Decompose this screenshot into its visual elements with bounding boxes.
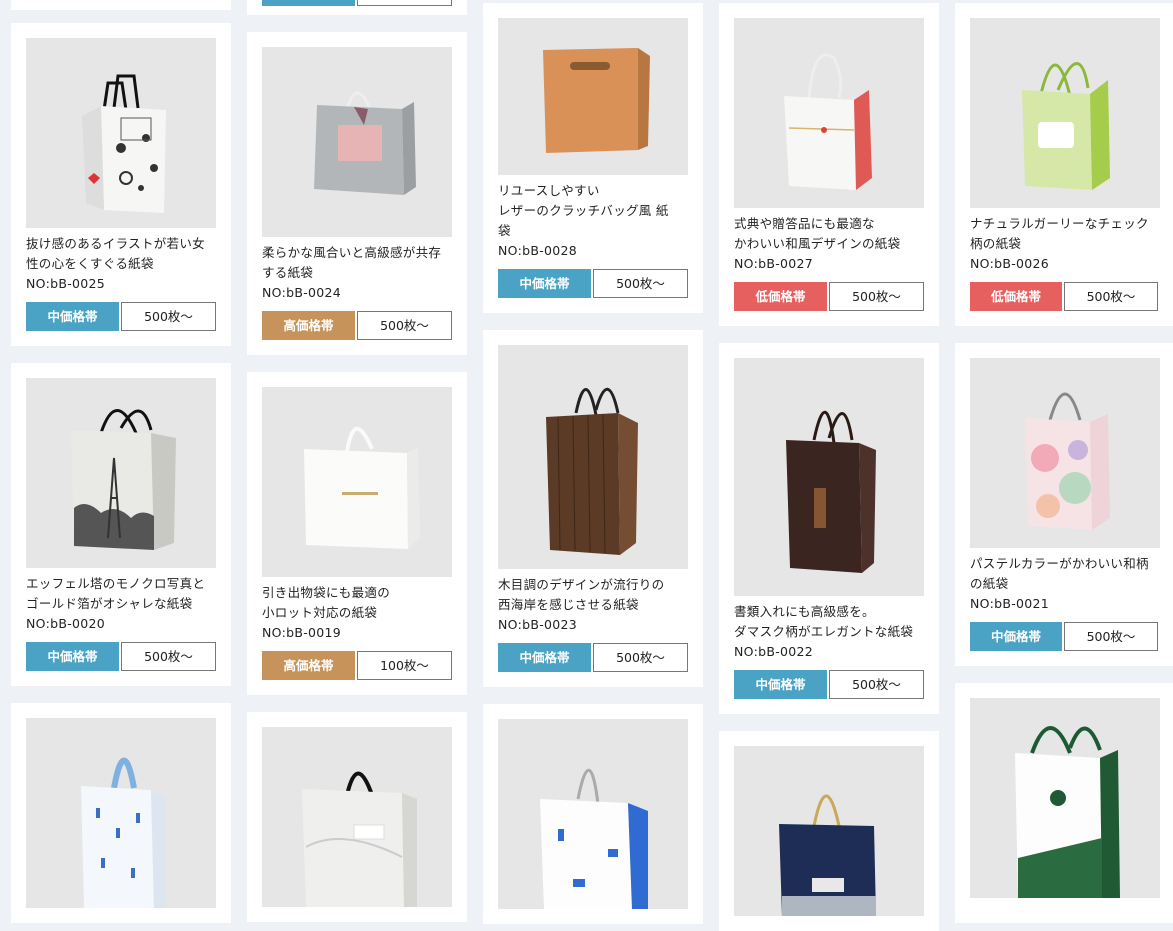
product-card-partial[interactable] <box>11 0 231 10</box>
product-image[interactable] <box>970 18 1160 208</box>
product-card[interactable]: 柔らかな風合いと高級感が共存 する紙袋 NO:bB-0024 高価格帯 500枚〜 <box>247 32 467 355</box>
product-card[interactable]: ナチュラルガーリーなチェック 柄の紙袋 NO:bB-0026 低価格帯 500枚〜 <box>955 3 1173 326</box>
bag-illustration <box>82 74 166 213</box>
price-range-tag[interactable]: 高価格帯 <box>262 311 355 340</box>
product-card[interactable] <box>719 731 939 931</box>
product-image[interactable] <box>26 718 216 908</box>
product-image[interactable] <box>734 18 924 208</box>
product-number: NO:bB-0027 <box>734 256 814 271</box>
bag-illustration <box>543 48 650 153</box>
min-quantity-tag[interactable]: 500枚〜 <box>593 269 688 298</box>
product-image[interactable] <box>26 38 216 228</box>
product-description[interactable]: 柔らかな風合いと高級感が共存 する紙袋 <box>262 243 452 283</box>
product-description[interactable]: 木目調のデザインが流行りの 西海岸を感じさせる紙袋 <box>498 575 688 615</box>
product-card[interactable] <box>955 683 1173 923</box>
product-card[interactable] <box>11 703 231 923</box>
product-description[interactable]: ナチュラルガーリーなチェック 柄の紙袋 <box>970 214 1158 254</box>
product-description[interactable]: 式典や贈答品にも最適な かわいい和風デザインの紙袋 <box>734 214 924 254</box>
product-image[interactable] <box>262 727 452 907</box>
qty-tag-partial[interactable] <box>357 0 452 6</box>
bag-illustration <box>314 91 416 195</box>
product-description[interactable]: 引き出物袋にも最適の 小ロット対応の紙袋 <box>262 583 452 623</box>
price-range-tag[interactable]: 中価格帯 <box>734 670 827 699</box>
min-quantity-tag[interactable]: 500枚〜 <box>1064 622 1158 651</box>
product-card[interactable]: 抜け感のあるイラストが若い女 性の心をくすぐる紙袋 NO:bB-0025 中価格帯… <box>11 23 231 346</box>
min-quantity-tag[interactable]: 500枚〜 <box>1064 282 1158 311</box>
bag-illustration <box>1025 392 1110 530</box>
product-card[interactable]: 式典や贈答品にも最適な かわいい和風デザインの紙袋 NO:bB-0027 低価格帯… <box>719 3 939 326</box>
product-card[interactable]: 書類入れにも高級感を。 ダマスク柄がエレガントな紙袋 NO:bB-0022 中価格… <box>719 343 939 714</box>
product-number: NO:bB-0025 <box>26 276 106 291</box>
bag-illustration <box>546 387 638 555</box>
product-card[interactable]: 引き出物袋にも最適の 小ロット対応の紙袋 NO:bB-0019 高価格帯 100枚〜 <box>247 372 467 695</box>
product-card-partial[interactable] <box>247 0 467 15</box>
product-card[interactable]: エッフェル塔のモノクロ写真と ゴールド箔がオシャレな紙袋 NO:bB-0020 中… <box>11 363 231 686</box>
product-image[interactable] <box>498 345 688 569</box>
product-description[interactable]: 書類入れにも高級感を。 ダマスク柄がエレガントな紙袋 <box>734 602 924 642</box>
product-image[interactable] <box>26 378 216 568</box>
bag-illustration <box>784 53 872 190</box>
bag-illustration <box>81 757 166 908</box>
price-range-tag[interactable]: 中価格帯 <box>498 269 591 298</box>
product-number: NO:bB-0026 <box>970 256 1050 271</box>
product-number: NO:bB-0021 <box>970 596 1050 611</box>
product-number: NO:bB-0023 <box>498 617 578 632</box>
min-quantity-tag[interactable]: 500枚〜 <box>357 311 452 340</box>
bag-illustration <box>71 409 176 550</box>
product-number: NO:bB-0024 <box>262 285 342 300</box>
price-range-tag[interactable]: 中価格帯 <box>970 622 1062 651</box>
bag-illustration <box>304 426 420 549</box>
product-card[interactable]: リユースしやすい レザーのクラッチバッグ風 紙袋 NO:bB-0028 中価格帯 5… <box>483 3 703 313</box>
product-image[interactable] <box>498 719 688 909</box>
product-number: NO:bB-0022 <box>734 644 814 659</box>
product-description[interactable]: パステルカラーがかわいい和柄 の紙袋 <box>970 554 1158 594</box>
price-range-tag[interactable]: 中価格帯 <box>26 302 119 331</box>
product-card[interactable] <box>247 712 467 922</box>
price-range-tag[interactable]: 低価格帯 <box>734 282 827 311</box>
bag-illustration <box>540 768 648 909</box>
product-description[interactable]: 抜け感のあるイラストが若い女 性の心をくすぐる紙袋 <box>26 234 216 274</box>
price-range-tag[interactable]: 中価格帯 <box>498 643 591 672</box>
price-range-tag[interactable]: 高価格帯 <box>262 651 355 680</box>
product-card[interactable]: 木目調のデザインが流行りの 西海岸を感じさせる紙袋 NO:bB-0023 中価格帯… <box>483 330 703 687</box>
product-image[interactable] <box>734 746 924 916</box>
min-quantity-tag[interactable]: 500枚〜 <box>593 643 688 672</box>
product-image[interactable] <box>734 358 924 596</box>
product-number: NO:bB-0020 <box>26 616 106 631</box>
product-number: NO:bB-0028 <box>498 243 578 258</box>
product-image[interactable] <box>970 698 1160 898</box>
bag-illustration <box>1015 726 1120 898</box>
price-tag-partial[interactable] <box>262 0 355 6</box>
product-image[interactable] <box>970 358 1160 548</box>
product-image[interactable] <box>262 47 452 237</box>
product-card[interactable] <box>483 704 703 924</box>
bag-illustration <box>1022 62 1110 190</box>
bag-illustration <box>302 771 417 907</box>
price-range-tag[interactable]: 低価格帯 <box>970 282 1062 311</box>
product-description[interactable]: リユースしやすい レザーのクラッチバッグ風 紙袋 <box>498 181 688 241</box>
bag-illustration <box>779 794 876 916</box>
min-quantity-tag[interactable]: 500枚〜 <box>121 642 216 671</box>
min-quantity-tag[interactable]: 500枚〜 <box>829 670 924 699</box>
price-range-tag[interactable]: 中価格帯 <box>26 642 119 671</box>
product-number: NO:bB-0019 <box>262 625 342 640</box>
min-quantity-tag[interactable]: 100枚〜 <box>357 651 452 680</box>
bag-illustration <box>786 410 876 573</box>
product-description[interactable]: エッフェル塔のモノクロ写真と ゴールド箔がオシャレな紙袋 <box>26 574 216 614</box>
min-quantity-tag[interactable]: 500枚〜 <box>829 282 924 311</box>
product-image[interactable] <box>262 387 452 577</box>
product-image[interactable] <box>498 18 688 175</box>
min-quantity-tag[interactable]: 500枚〜 <box>121 302 216 331</box>
product-card[interactable]: パステルカラーがかわいい和柄 の紙袋 NO:bB-0021 中価格帯 500枚〜 <box>955 343 1173 666</box>
